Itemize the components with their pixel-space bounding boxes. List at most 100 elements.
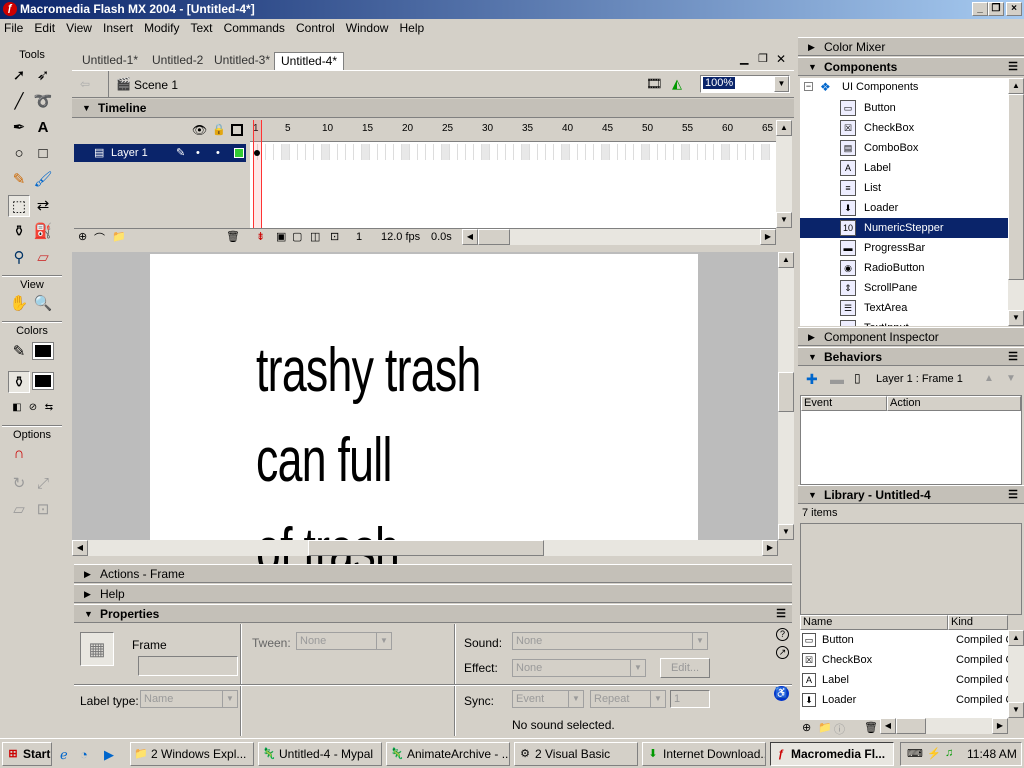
library-list[interactable]: ▭ Button Compiled C ☒ CheckBox Compiled C A Lab… [800, 630, 1013, 720]
library-header[interactable]: ▼ Library - Untitled-4 ☰ [798, 485, 1024, 504]
keyframe-dot[interactable] [254, 150, 260, 156]
tween-select[interactable]: None ▼ [296, 632, 392, 650]
behaviors-table[interactable]: Event Action [800, 395, 1022, 485]
frame-cell[interactable] [538, 144, 546, 160]
frame-cell[interactable] [522, 144, 530, 160]
actions-panel-header[interactable]: ▶ Actions - Frame [74, 564, 792, 583]
line-tool-icon[interactable]: ╱ [8, 91, 30, 113]
stage-scroll-left[interactable]: ◀ [72, 540, 88, 556]
component-item-checkbox[interactable]: ☒ CheckBox [800, 118, 1008, 138]
frame-cell[interactable] [346, 144, 354, 160]
frame-cell[interactable] [626, 144, 634, 160]
component-inspector-header[interactable]: ▶ Component Inspector [798, 327, 1024, 346]
stage-vscroll[interactable]: ▲ ▼ [778, 252, 794, 540]
component-item-radiobutton[interactable]: ◉ RadioButton [800, 258, 1008, 278]
move-up-icon[interactable]: ▲ [984, 373, 994, 384]
frame-rate[interactable]: 12.0 fps [381, 231, 420, 243]
hand-tool-icon[interactable]: ✋ [8, 293, 30, 315]
frame-cell[interactable] [274, 144, 282, 160]
frame-cell[interactable] [282, 144, 290, 160]
event-column-header[interactable]: Event [801, 396, 887, 411]
component-item-button[interactable]: ▭ Button [800, 98, 1008, 118]
frame-cell[interactable] [434, 144, 442, 160]
component-item-scrollpane[interactable]: ⇕ ScrollPane [800, 278, 1008, 298]
help-panel-header[interactable]: ▶ Help [74, 584, 792, 603]
network-tray-icon[interactable]: ⚡ [927, 747, 941, 760]
zoom-dropdown-icon[interactable]: ▼ [774, 76, 789, 92]
edit-effect-button[interactable]: Edit... [660, 658, 710, 678]
library-item-checkbox[interactable]: ☒ CheckBox Compiled C [800, 650, 1022, 670]
frame-cell[interactable] [562, 144, 570, 160]
zoom-tool-icon[interactable]: 🔍 [32, 293, 54, 315]
new-symbol-icon[interactable]: ⊕ [802, 721, 811, 734]
menu-modify[interactable]: Modify [140, 21, 183, 35]
insert-layer-icon[interactable]: ⊕ [78, 230, 87, 243]
menu-control[interactable]: Control [292, 21, 339, 35]
frame-cell[interactable] [410, 144, 418, 160]
frame-cell[interactable] [450, 144, 458, 160]
components-vscroll[interactable]: ▲ ▼ [1008, 78, 1024, 326]
tab-untitled-3[interactable]: Untitled-3* [208, 52, 276, 70]
playhead[interactable] [253, 120, 262, 228]
edit-scene-icon[interactable]: 🎞 [646, 76, 663, 92]
frame-cell[interactable] [650, 144, 658, 160]
fill-color-swatch[interactable] [32, 372, 54, 390]
timeline-scroll-up[interactable]: ▲ [776, 120, 792, 136]
frame-cell[interactable] [618, 144, 626, 160]
distort-icon[interactable]: ▱ [8, 499, 30, 521]
swap-colors-icon[interactable]: ⇆ [38, 397, 60, 419]
frame-cell[interactable] [610, 144, 618, 160]
outlook-quicklaunch-icon[interactable]: ◔ [80, 747, 88, 762]
eyedropper-tool-icon[interactable]: ⚲ [8, 247, 30, 269]
close-button[interactable]: × [1006, 2, 1022, 16]
frame-cell[interactable] [514, 144, 522, 160]
add-motion-guide-icon[interactable]: ⌒ [94, 230, 105, 246]
frame-cell[interactable] [602, 144, 610, 160]
start-button[interactable]: ⊞ Start [2, 742, 52, 766]
timeline-scroll-track[interactable] [776, 136, 792, 212]
clock[interactable]: 11:48 AM [967, 747, 1017, 761]
frame-cell[interactable] [506, 144, 514, 160]
library-vscroll[interactable]: ▲ ▼ [1008, 630, 1024, 718]
library-item-label[interactable]: A Label Compiled C [800, 670, 1022, 690]
frame-name-input[interactable] [138, 656, 238, 676]
frame-cell[interactable] [674, 144, 682, 160]
delete-layer-icon[interactable]: 🗑 [226, 230, 240, 243]
ink-bottle-tool-icon[interactable]: ⚱ [8, 221, 30, 243]
taskbar-macromedia-flash[interactable]: ƒ Macromedia Fl... [770, 742, 894, 766]
snap-magnet-icon[interactable]: ∩ [8, 443, 30, 465]
eraser-tool-icon[interactable]: ▱ [32, 247, 54, 269]
frame-cell[interactable] [498, 144, 506, 160]
library-scroll-down[interactable]: ▼ [1008, 702, 1024, 718]
frame-cell[interactable] [682, 144, 690, 160]
ie-quicklaunch-icon[interactable]: ℯ [60, 747, 68, 763]
insert-folder-icon[interactable]: 📁 [112, 230, 126, 243]
help-icon[interactable]: ? [776, 628, 789, 641]
color-mixer-header[interactable]: ▶ Color Mixer [798, 37, 1024, 56]
lock-icon[interactable]: 🔒 [212, 123, 226, 136]
frame-cell[interactable] [322, 144, 330, 160]
lock-dot-icon[interactable]: • [216, 144, 220, 162]
center-frame-icon[interactable]: ⇟ [256, 230, 265, 243]
frame-cell[interactable] [554, 144, 562, 160]
component-item-loader[interactable]: ⬇ Loader [800, 198, 1008, 218]
frame-cell[interactable] [298, 144, 306, 160]
menu-insert[interactable]: Insert [99, 21, 137, 35]
components-scroll-down[interactable]: ▼ [1008, 310, 1024, 326]
frame-cell[interactable] [490, 144, 498, 160]
ui-components-label[interactable]: UI Components [842, 81, 918, 93]
frame-cell[interactable] [530, 144, 538, 160]
visible-dot-icon[interactable]: • [196, 144, 200, 162]
timeline-scroll-down[interactable]: ▼ [776, 212, 792, 228]
menu-window[interactable]: Window [342, 21, 393, 35]
lib-kind-column-header[interactable]: Kind [948, 615, 1008, 630]
frames-grid[interactable]: 1 5 10 15 20 25 30 35 40 45 50 55 60 65 [250, 120, 776, 228]
library-scroll-right[interactable]: ▶ [992, 718, 1008, 734]
frame-cell[interactable] [306, 144, 314, 160]
component-item-textinput[interactable]: ▭ TextInput [800, 318, 1008, 326]
frame-cell[interactable] [362, 144, 370, 160]
component-item-list[interactable]: ≡ List [800, 178, 1008, 198]
component-item-textarea[interactable]: ☰ TextArea [800, 298, 1008, 318]
actions-icon[interactable]: ↗ [776, 646, 789, 659]
move-down-icon[interactable]: ▼ [1006, 373, 1016, 384]
